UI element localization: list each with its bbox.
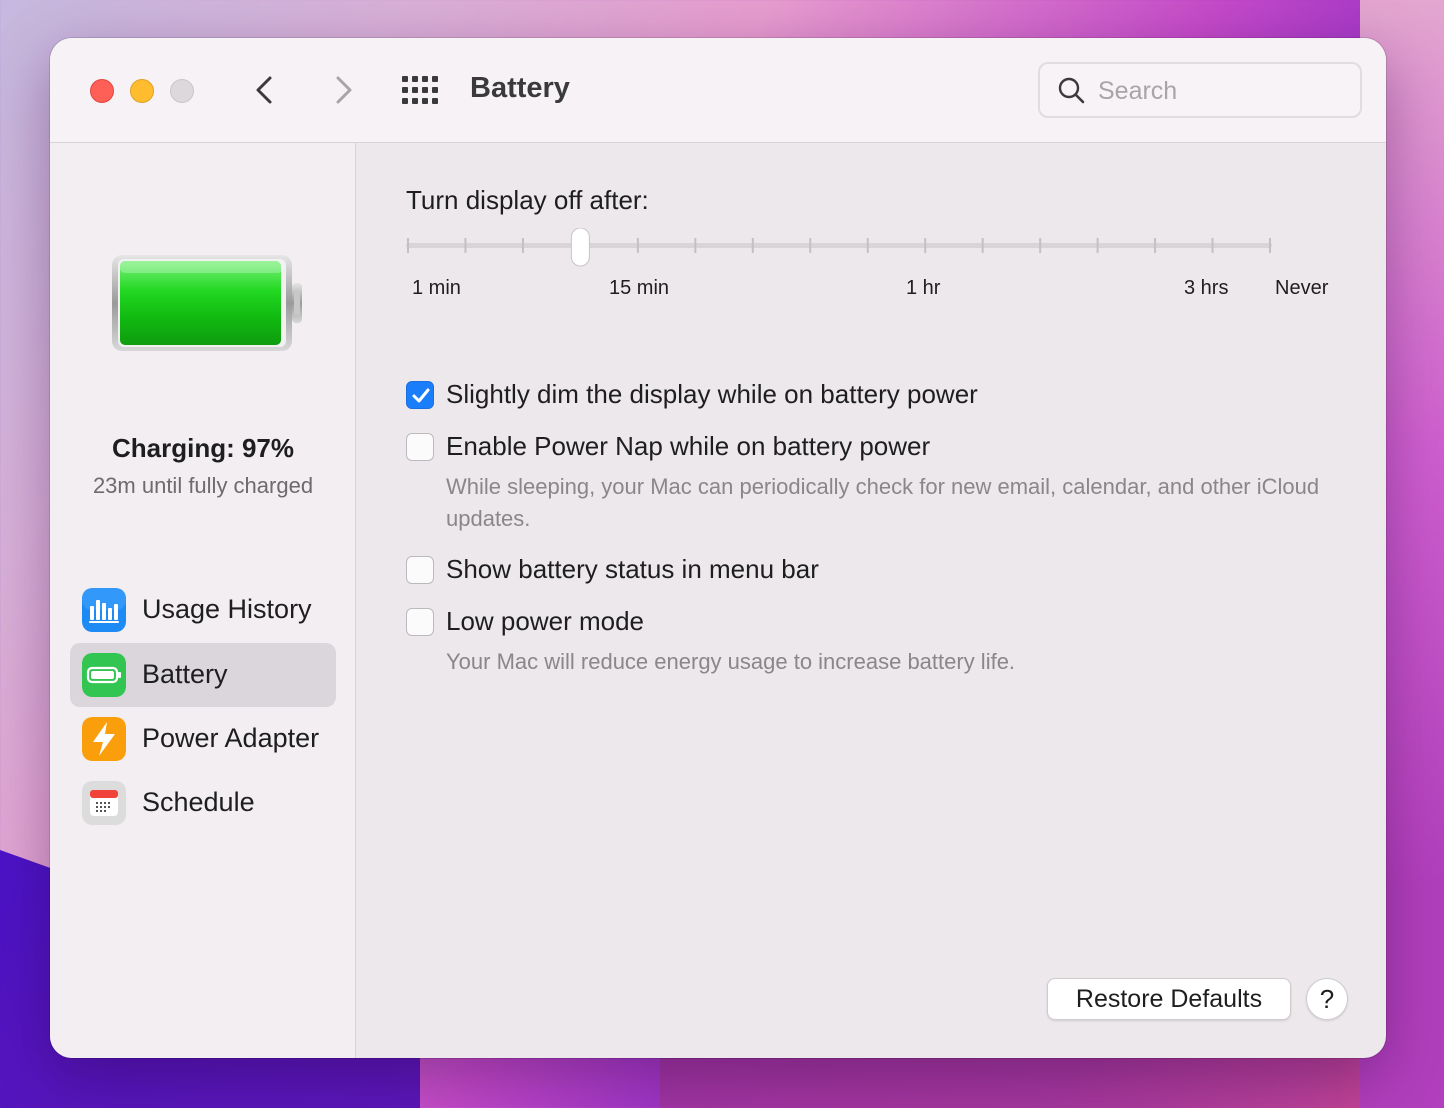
charging-status: Charging: 97% — [111, 433, 295, 463]
title-bar: Battery — [50, 38, 1386, 143]
window-title: Battery — [470, 72, 570, 104]
dim-display-checkbox[interactable] — [406, 381, 434, 409]
usage-history-icon — [82, 588, 126, 632]
close-button[interactable] — [90, 79, 114, 103]
sidebar-item-usage-history[interactable]: Usage History — [70, 578, 336, 642]
battery-icon — [82, 653, 126, 697]
minimize-button[interactable] — [130, 79, 154, 103]
display-off-slider[interactable] — [406, 228, 1286, 268]
tick-label-3-hrs: 3 hrs — [1184, 277, 1229, 299]
low-power-mode-checkbox[interactable] — [406, 608, 434, 636]
tick-label-1-min: 1 min — [412, 277, 461, 299]
help-button[interactable]: ? — [1306, 978, 1348, 1020]
tick-label-never: Never — [1275, 277, 1329, 299]
option-label: Slightly dim the display while on batter… — [446, 379, 978, 409]
chevron-right-icon — [336, 76, 352, 104]
schedule-icon — [82, 781, 126, 825]
sidebar-item-schedule[interactable]: Schedule — [70, 771, 336, 835]
tick-label-15-min: 15 min — [609, 277, 670, 299]
sidebar-item-label: Power Adapter — [142, 723, 320, 753]
back-button[interactable] — [246, 70, 286, 110]
grid-icon — [402, 76, 438, 104]
slider-thumb[interactable] — [570, 228, 590, 267]
forward-button[interactable] — [322, 70, 362, 110]
chevron-left-icon — [256, 76, 272, 104]
tick-label-1-hr: 1 hr — [906, 277, 941, 299]
settings-pane: Turn display off after: 1 min 15 min 1 h… — [357, 143, 1386, 1058]
battery-status-checkbox[interactable] — [406, 556, 434, 584]
checkmark-icon — [412, 388, 430, 403]
slider-label: Turn display off after: — [406, 185, 649, 215]
power-nap-checkbox[interactable] — [406, 433, 434, 461]
sidebar-item-label: Schedule — [142, 787, 255, 817]
power-nap-description: While sleeping, your Mac can periodicall… — [446, 474, 1320, 531]
sidebar: Charging: 97% 23m until fully charged Us… — [50, 143, 356, 1058]
power-adapter-icon — [82, 717, 126, 761]
battery-level-icon — [112, 255, 302, 351]
option-label: Show battery status in menu bar — [446, 554, 819, 584]
time-remaining: 23m until fully charged — [92, 473, 314, 498]
sidebar-item-label: Battery — [142, 659, 228, 689]
search-field[interactable] — [1038, 62, 1362, 118]
search-input[interactable] — [1098, 74, 1348, 108]
option-label: Enable Power Nap while on battery power — [446, 431, 931, 461]
low-power-mode-description: Your Mac will reduce energy usage to inc… — [446, 649, 1016, 674]
search-icon — [1058, 77, 1085, 104]
zoom-button[interactable] — [170, 79, 194, 103]
show-all-button[interactable] — [402, 76, 440, 104]
option-label: Low power mode — [446, 606, 644, 636]
sidebar-item-power-adapter[interactable]: Power Adapter — [70, 707, 336, 771]
preferences-window: Battery Chargi — [50, 38, 1386, 1058]
sidebar-item-battery[interactable]: Battery — [70, 643, 336, 707]
sidebar-item-label: Usage History — [142, 594, 312, 624]
restore-defaults-button[interactable]: Restore Defaults — [1047, 978, 1291, 1020]
